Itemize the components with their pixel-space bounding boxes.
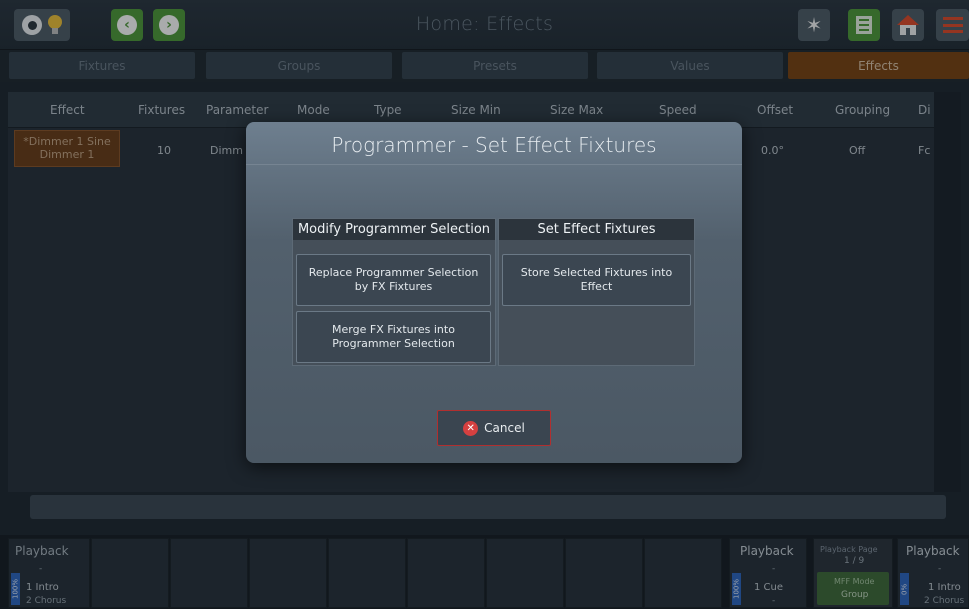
app-root: ‹ › Home: Effects ✶ Fixtures Groups Pres… [0, 0, 969, 609]
close-icon: ✕ [463, 420, 479, 436]
set-effect-fixtures-panel: Set Effect Fixtures Store Selected Fixtu… [498, 218, 695, 366]
store-fixtures-button[interactable]: Store Selected Fixtures into Effect [502, 254, 691, 306]
cancel-button[interactable]: ✕ Cancel [437, 410, 551, 446]
modify-programmer-panel: Modify Programmer Selection Replace Prog… [292, 218, 496, 366]
cancel-label: Cancel [484, 421, 525, 435]
dialog-divider [246, 164, 742, 165]
set-effect-fixtures-dialog: Programmer - Set Effect Fixtures Modify … [246, 122, 742, 463]
replace-selection-button[interactable]: Replace Programmer Selection by FX Fixtu… [296, 254, 491, 306]
merge-selection-button[interactable]: Merge FX Fixtures into Programmer Select… [296, 311, 491, 363]
dialog-title: Programmer - Set Effect Fixtures [331, 133, 657, 157]
set-effect-fixtures-header: Set Effect Fixtures [499, 219, 694, 240]
modify-programmer-header: Modify Programmer Selection [293, 219, 495, 240]
